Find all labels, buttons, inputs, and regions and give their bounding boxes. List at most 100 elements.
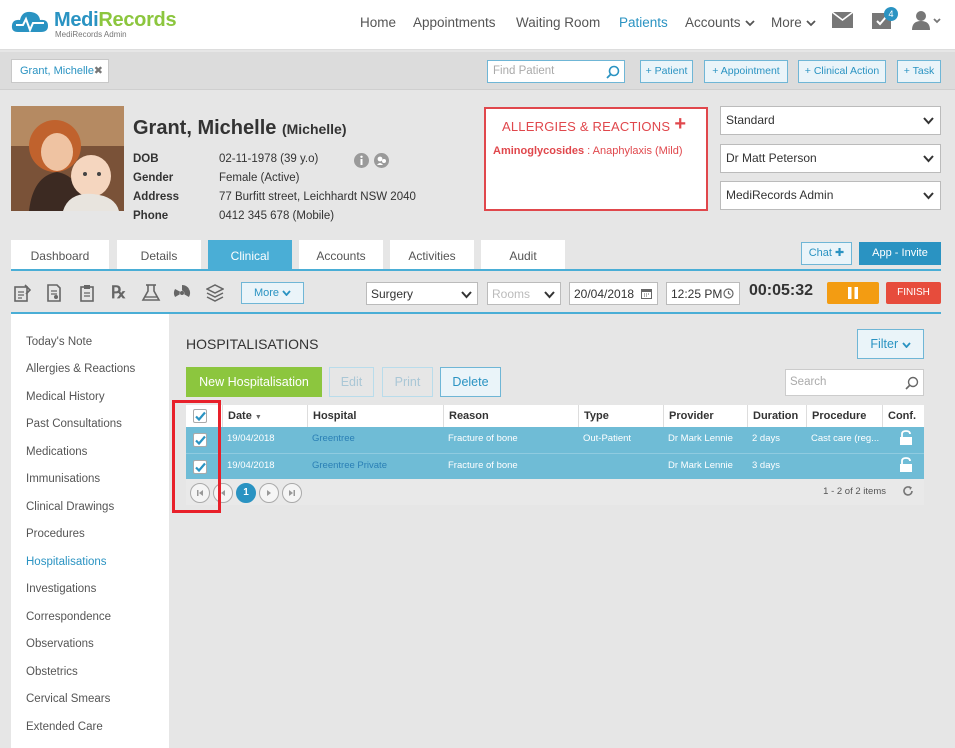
next-page-icon (267, 490, 271, 496)
sidebar-item-correspondence[interactable]: Correspondence (26, 611, 111, 623)
billing-type-value: Standard (726, 113, 775, 127)
mail-icon[interactable] (832, 12, 853, 28)
add-task-button[interactable]: + Task (897, 60, 941, 83)
tab-audit[interactable]: Audit (481, 240, 565, 270)
medirecords-logo[interactable]: MediRecords MediRecords Admin (10, 6, 177, 44)
column-reason[interactable]: Reason (443, 405, 579, 427)
document-icon[interactable] (46, 284, 62, 302)
column-provider[interactable]: Provider (663, 405, 747, 427)
sidebar-item-cervical-smears[interactable]: Cervical Smears (26, 693, 110, 705)
info-icon[interactable] (354, 153, 369, 168)
edit-button[interactable]: Edit (329, 367, 374, 397)
app-invite-button[interactable]: App - Invite (859, 242, 941, 265)
column-procedure[interactable]: Procedure (806, 405, 883, 427)
more-tools-button[interactable]: More (241, 282, 304, 304)
nav-waiting-room[interactable]: Waiting Room (516, 15, 600, 30)
nav-patients[interactable]: Patients (619, 15, 668, 30)
note-icon[interactable] (13, 284, 31, 302)
user-menu[interactable] (912, 10, 942, 30)
chevron-down-icon (923, 117, 934, 125)
cloud-logo-icon (11, 11, 48, 33)
sidebar-item-hospitalisations[interactable]: Hospitalisations (26, 556, 107, 568)
allergy-item[interactable]: Aminoglycosides : Anaphylaxis (Mild) (493, 145, 683, 157)
filter-button-label: Filter (870, 337, 899, 351)
page-1-button[interactable]: 1 (236, 483, 256, 503)
location-select[interactable]: Surgery (366, 282, 478, 305)
dob-label: DOB (133, 153, 159, 165)
date-picker[interactable]: 20/04/2018 (569, 282, 658, 305)
billing-type-select[interactable]: Standard (720, 106, 941, 135)
new-hospitalisation-button[interactable]: New Hospitalisation (186, 367, 322, 397)
add-appointment-button[interactable]: + Appointment (704, 60, 788, 83)
chevron-down-icon (901, 342, 911, 349)
sidebar-item-immunisations[interactable]: Immunisations (26, 473, 100, 485)
tab-clinical[interactable]: Clinical (208, 240, 292, 270)
tasks-icon[interactable]: 4 (872, 7, 898, 29)
finish-button[interactable]: FINISH (886, 282, 941, 304)
nav-home[interactable]: Home (360, 15, 396, 30)
sidebar-item-observations[interactable]: Observations (26, 638, 94, 650)
find-patient-input[interactable]: Find Patient (487, 60, 625, 83)
chevron-down-icon (461, 291, 472, 299)
rooms-select[interactable]: Rooms (487, 282, 561, 305)
organisation-select[interactable]: MediRecords Admin (720, 181, 941, 210)
nav-more[interactable]: More (771, 15, 816, 30)
chevron-down-icon (282, 290, 291, 297)
nav-appointments[interactable]: Appointments (413, 15, 496, 30)
add-allergy-button[interactable]: + (674, 113, 686, 136)
cell-reason: Fracture of bone (448, 460, 518, 471)
filter-button[interactable]: Filter (857, 329, 924, 359)
next-page-button[interactable] (259, 483, 279, 503)
cell-hospital[interactable]: Greentree Private (307, 454, 443, 480)
radiation-icon[interactable] (173, 284, 191, 302)
refresh-icon[interactable] (902, 485, 914, 497)
column-type[interactable]: Type (578, 405, 664, 427)
dob-value: 02-11-1978 (39 y.o) (219, 153, 319, 165)
chat-button[interactable]: Chat ✚ (801, 242, 852, 265)
prescription-icon[interactable]: ℞ (111, 283, 126, 303)
practitioner-select[interactable]: Dr Matt Peterson (720, 144, 941, 173)
chevron-down-icon (744, 20, 755, 27)
sidebar-item-allergies[interactable]: Allergies & Reactions (26, 363, 135, 375)
column-conf[interactable]: Conf. (882, 405, 924, 427)
tab-activities[interactable]: Activities (390, 240, 474, 270)
sidebar-item-past-consultations[interactable]: Past Consultations (26, 418, 122, 430)
time-picker[interactable]: 12:25 PM (666, 282, 740, 305)
search-input[interactable]: Search (785, 369, 924, 396)
sidebar-item-investigations[interactable]: Investigations (26, 583, 96, 595)
nav-accounts[interactable]: Accounts (685, 15, 755, 30)
clipboard-icon[interactable] (79, 284, 95, 302)
column-date[interactable]: Date ▼ (222, 405, 307, 427)
patient-preferred-name: (Michelle) (281, 121, 347, 137)
delete-button[interactable]: Delete (440, 367, 501, 397)
tab-details[interactable]: Details (117, 240, 201, 270)
sidebar-item-medications[interactable]: Medications (26, 446, 87, 458)
open-patient-tab[interactable]: Grant, Michelle ✖ (11, 59, 109, 83)
sidebar-item-extended-care[interactable]: Extended Care (26, 721, 103, 733)
cell-hospital[interactable]: Greentree (307, 427, 443, 453)
print-button[interactable]: Print (382, 367, 433, 397)
cell-procedure (806, 454, 883, 480)
sidebar-item-procedures[interactable]: Procedures (26, 528, 85, 540)
sidebar-item-obstetrics[interactable]: Obstetrics (26, 666, 78, 678)
tab-dashboard[interactable]: Dashboard (11, 240, 109, 270)
close-icon[interactable]: ✖ (94, 60, 103, 82)
lab-icon[interactable] (141, 284, 161, 302)
last-page-button[interactable] (282, 483, 302, 503)
sidebar-item-medical-history[interactable]: Medical History (26, 391, 105, 403)
sort-desc-icon: ▼ (254, 414, 262, 421)
column-hospital[interactable]: Hospital (307, 405, 443, 427)
add-clinical-action-button[interactable]: + Clinical Action (798, 60, 886, 83)
tab-accounts[interactable]: Accounts (299, 240, 383, 270)
patient-name: Grant, Michelle (Michelle) (133, 117, 347, 140)
sidebar-item-todays-note[interactable]: Today's Note (26, 336, 92, 348)
stack-icon[interactable] (206, 284, 224, 302)
column-duration[interactable]: Duration (747, 405, 807, 427)
table-row[interactable]: 19/04/2018 Greentree Private Fracture of… (186, 453, 924, 479)
brand-name-part-1: Medi (54, 9, 99, 31)
sidebar-item-clinical-drawings[interactable]: Clinical Drawings (26, 501, 114, 513)
pause-button[interactable] (827, 282, 879, 304)
table-row[interactable]: 19/04/2018 Greentree Fracture of bone Ou… (186, 427, 924, 453)
family-icon[interactable] (374, 153, 389, 168)
add-patient-button[interactable]: + Patient (640, 60, 693, 83)
